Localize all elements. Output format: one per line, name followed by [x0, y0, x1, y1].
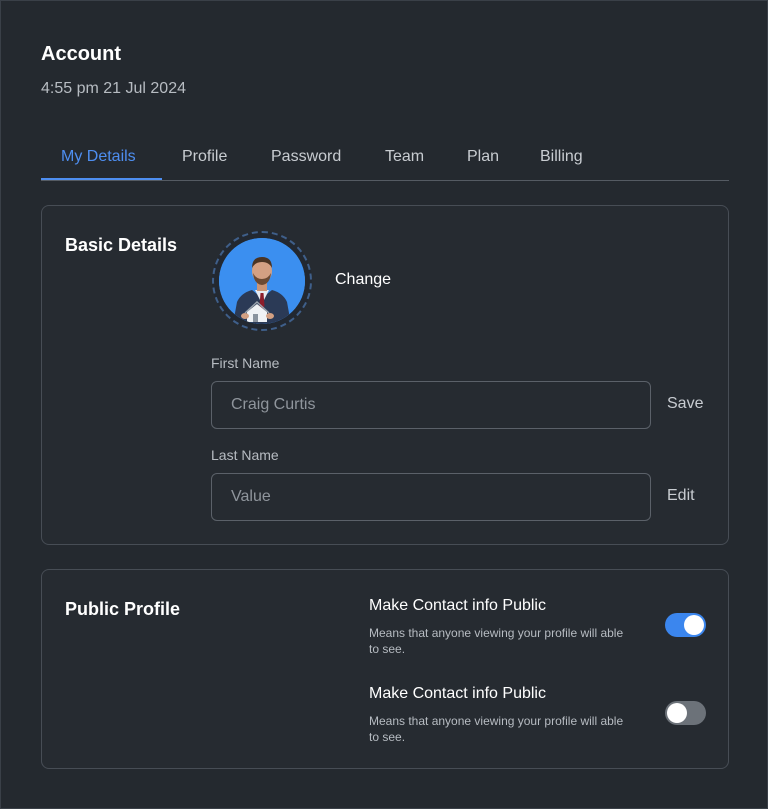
toggle-title-2: Make Contact info Public [369, 685, 546, 702]
save-button[interactable]: Save [667, 395, 703, 413]
page-title: Account [41, 43, 121, 65]
contact-public-toggle-1[interactable] [665, 613, 706, 637]
active-tab-indicator [41, 178, 162, 180]
avatar-ring[interactable] [212, 231, 312, 331]
last-name-label: Last Name [211, 447, 279, 463]
toggle-description-2: Means that anyone viewing your profile w… [369, 714, 624, 744]
tab-profile[interactable]: Profile [182, 148, 227, 166]
account-page: Account 4:55 pm 21 Jul 2024 My Details P… [0, 0, 768, 809]
tab-plan[interactable]: Plan [467, 148, 499, 166]
toggle-knob [684, 615, 704, 635]
toggle-knob [667, 703, 687, 723]
contact-public-toggle-2[interactable] [665, 701, 706, 725]
tab-password[interactable]: Password [271, 148, 341, 166]
edit-button[interactable]: Edit [667, 487, 695, 505]
tab-bar: My Details Profile Password Team Plan Bi… [41, 144, 729, 181]
datetime-text: 4:55 pm 21 Jul 2024 [41, 80, 186, 97]
toggle-title-1: Make Contact info Public [369, 597, 546, 614]
avatar-image [219, 238, 305, 324]
basic-details-title: Basic Details [65, 235, 178, 255]
change-avatar-link[interactable]: Change [335, 271, 391, 289]
first-name-label: First Name [211, 355, 280, 371]
public-profile-card: Public Profile Make Contact info Public … [41, 569, 729, 769]
toggle-description-1: Means that anyone viewing your profile w… [369, 626, 624, 656]
first-name-input[interactable] [211, 381, 651, 429]
tab-billing[interactable]: Billing [540, 148, 583, 166]
avatar [219, 238, 305, 324]
last-name-input[interactable] [211, 473, 651, 521]
basic-details-card: Basic Details Change First Name Craig Cu… [41, 205, 729, 545]
tab-my-details[interactable]: My Details [61, 148, 136, 166]
tab-team[interactable]: Team [385, 148, 424, 166]
public-profile-title: Public Profile [65, 599, 181, 619]
